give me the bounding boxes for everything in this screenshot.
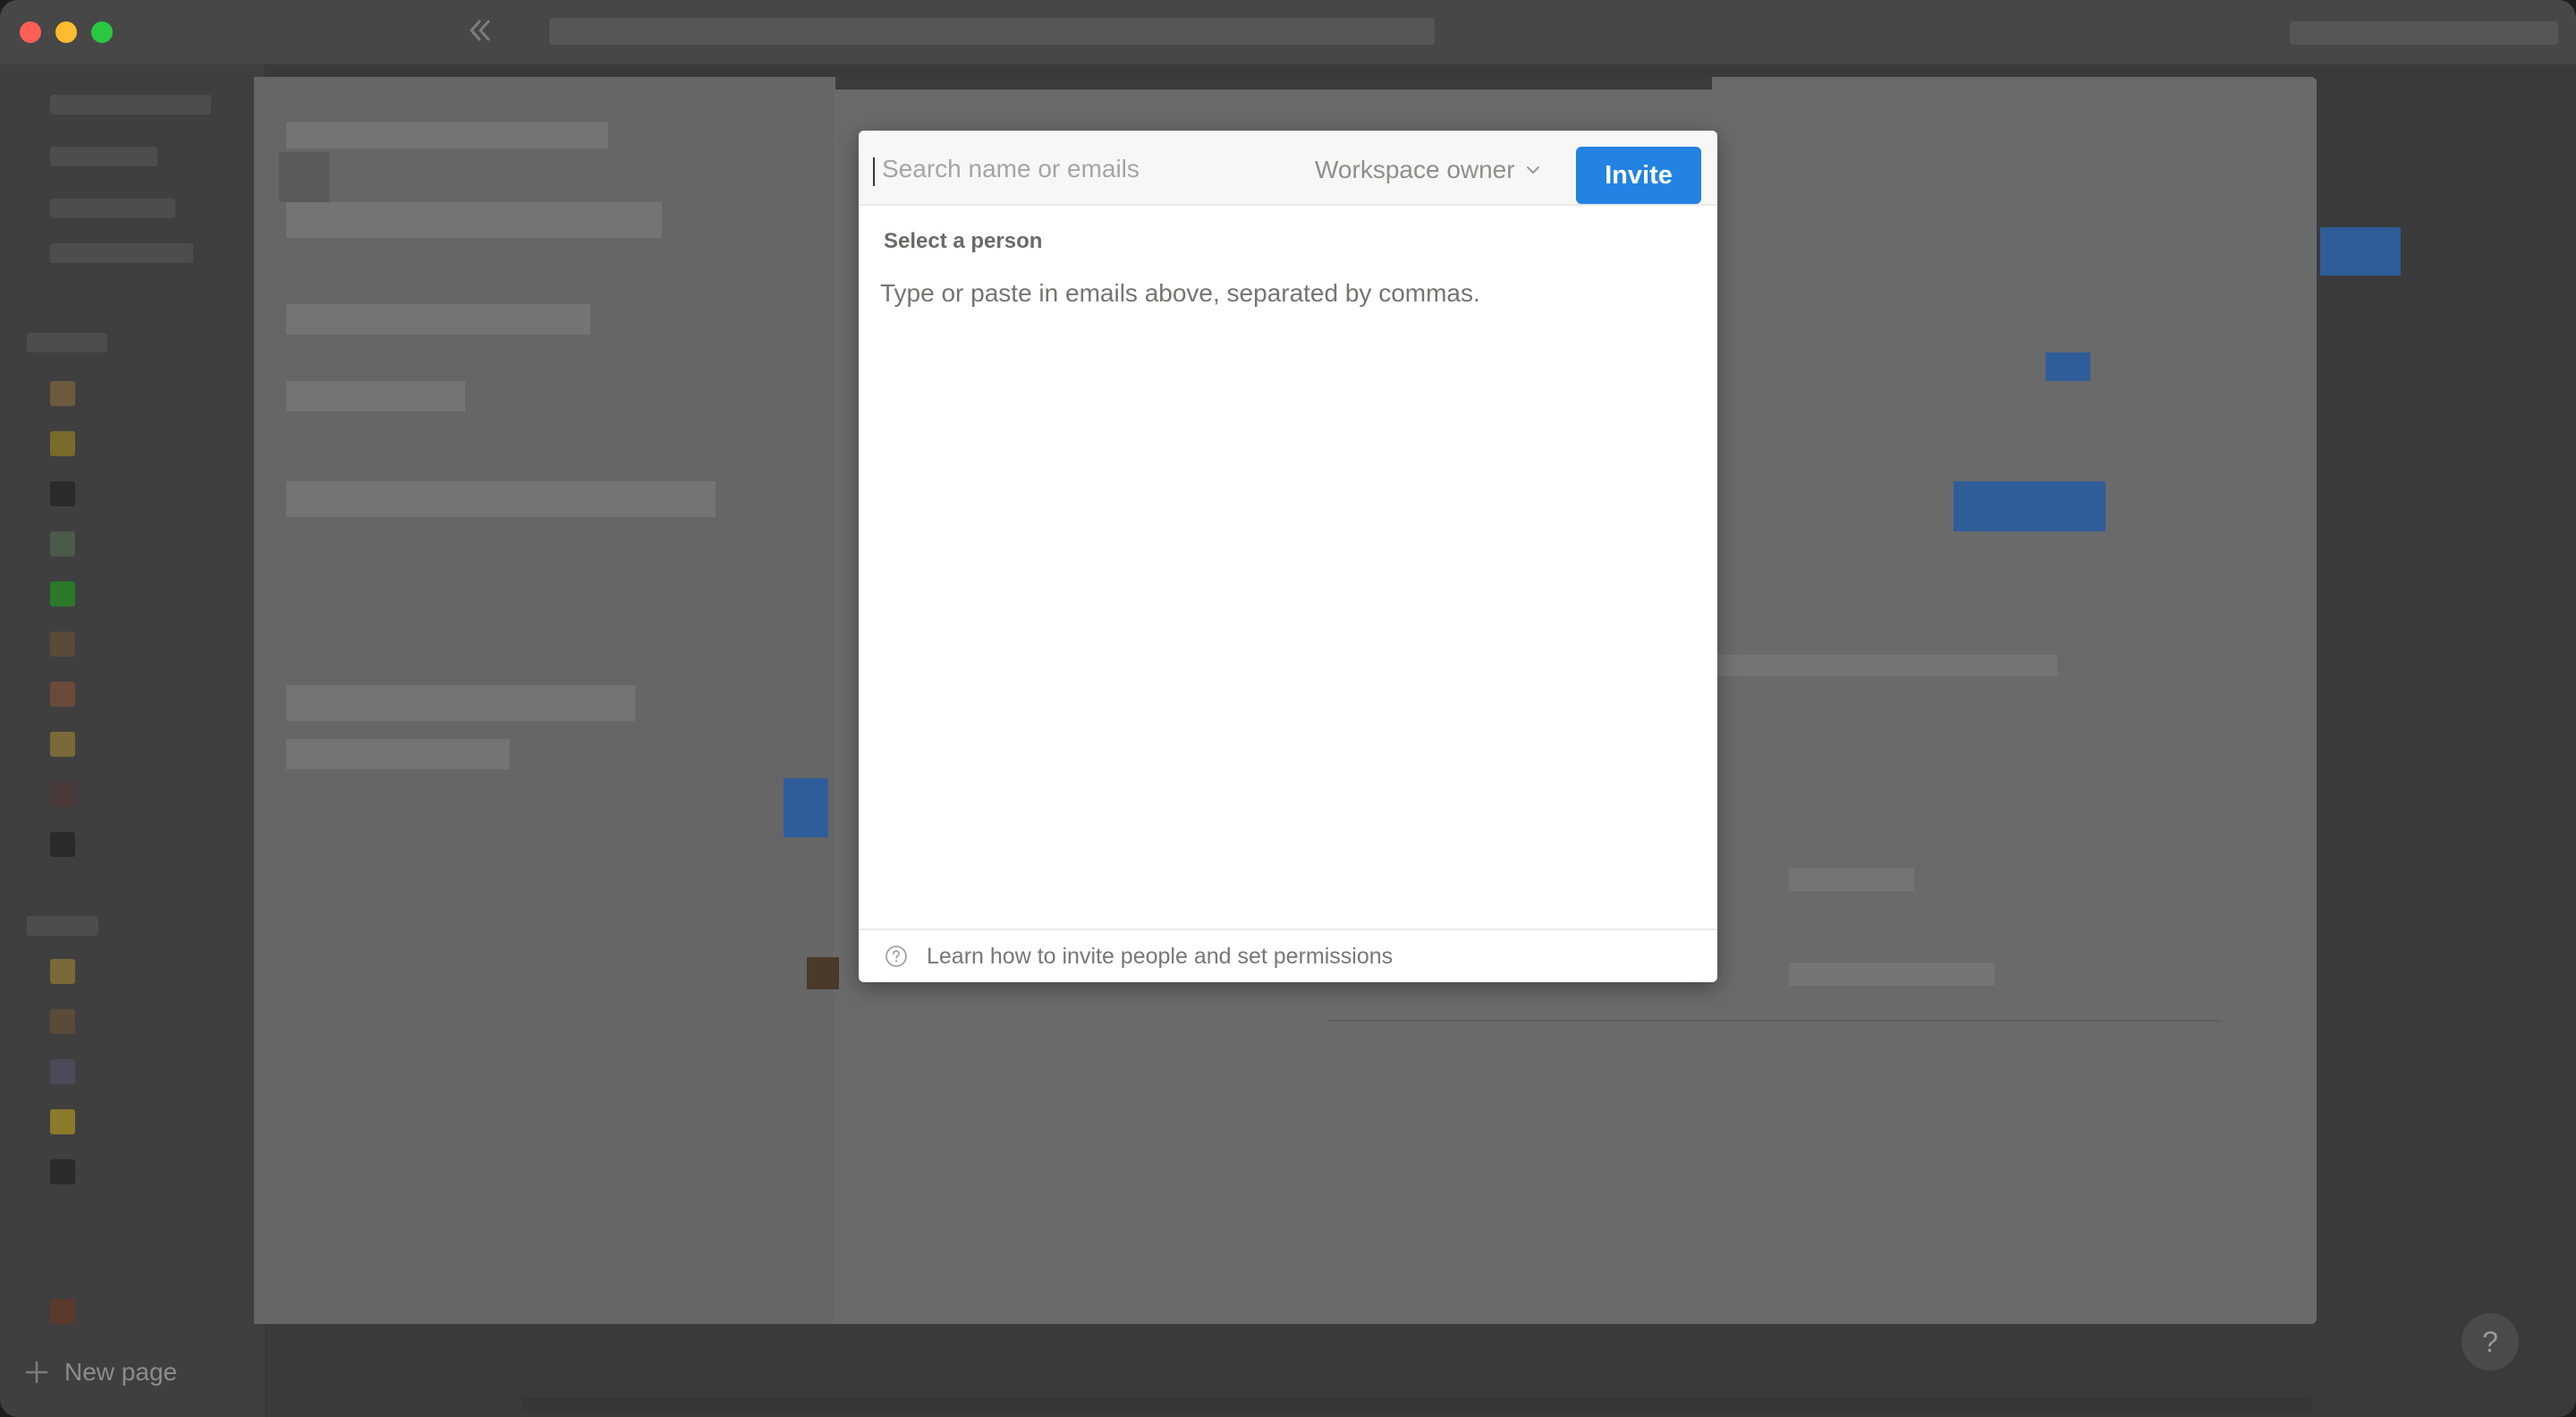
topbar-actions (2290, 21, 2558, 45)
modal-backdrop-edge (835, 77, 1712, 89)
page-icon (50, 959, 75, 984)
sidebar-item[interactable] (50, 243, 193, 263)
upgrade-button (2046, 352, 2090, 381)
page-icon (50, 632, 75, 657)
page-icon (50, 531, 75, 556)
page-icon (50, 1109, 75, 1134)
plus-icon (25, 1361, 48, 1384)
close-window-button[interactable] (20, 21, 41, 43)
sidebar-item[interactable] (50, 147, 157, 166)
search-input[interactable] (869, 147, 1281, 191)
page-icon (50, 1059, 75, 1084)
members-tab-highlight (784, 778, 828, 837)
page-icon (50, 381, 75, 406)
learn-permissions-link[interactable]: Learn how to invite people and set permi… (927, 944, 1393, 970)
invite-button[interactable]: Invite (1576, 147, 1701, 204)
chevron-down-icon (1526, 166, 1539, 174)
sidebar-item[interactable] (50, 199, 175, 218)
settings-nav-item[interactable] (286, 381, 465, 412)
title-bar (0, 0, 2576, 64)
member-row (1717, 655, 2057, 676)
invite-modal-header: Workspace owner Invite (859, 131, 1717, 206)
avatar (279, 152, 329, 202)
member-role (1789, 868, 1914, 891)
sidebar-section-label (27, 333, 107, 352)
sidebar (0, 64, 265, 1417)
zoom-window-button[interactable] (91, 21, 113, 43)
member-avatar (807, 957, 839, 989)
settings-nav-item[interactable] (286, 202, 662, 238)
role-select-value: Workspace owner (1315, 156, 1515, 183)
member-role (1789, 963, 1995, 986)
divider (1327, 1020, 2222, 1022)
page-icon (50, 682, 75, 707)
breadcrumb (549, 18, 1435, 45)
page-icon (50, 1299, 75, 1324)
text-cursor (873, 157, 875, 186)
settings-nav-item[interactable] (286, 739, 510, 769)
page-icon (50, 431, 75, 456)
select-person-label: Select a person (884, 229, 1043, 253)
sidebar-section-label (27, 916, 98, 936)
settings-nav-title (286, 122, 608, 148)
new-page-button[interactable]: New page (23, 1356, 177, 1388)
page-icon (50, 1159, 75, 1184)
settings-nav-item[interactable] (286, 685, 635, 721)
app-window: New page Workspace owner (0, 0, 2576, 1417)
minimize-window-button[interactable] (55, 21, 77, 43)
page-icon (50, 581, 75, 607)
invite-modal: Workspace owner Invite Select a person T… (859, 131, 1717, 982)
page-icon (50, 782, 75, 807)
page-icon (50, 732, 75, 757)
settings-nav-item[interactable] (286, 481, 716, 517)
collapse-sidebar-icon[interactable] (462, 13, 497, 48)
help-button[interactable]: ? (2462, 1313, 2519, 1370)
add-members-button (1953, 481, 2106, 531)
topbar-share-button (2320, 227, 2401, 276)
horizontal-scrollbar[interactable] (522, 1397, 2311, 1410)
question-circle-icon (886, 946, 907, 967)
invite-modal-footer: Learn how to invite people and set permi… (859, 929, 1717, 982)
settings-nav-item[interactable] (286, 304, 590, 335)
page-icon (50, 832, 75, 857)
sidebar-item[interactable] (50, 95, 211, 115)
role-select[interactable]: Workspace owner (1315, 150, 1542, 190)
new-page-label: New page (64, 1358, 178, 1386)
page-icon (50, 1009, 75, 1034)
invite-hint-text: Type or paste in emails above, separated… (880, 279, 1480, 307)
page-icon (50, 481, 75, 506)
settings-nav (254, 77, 834, 1324)
